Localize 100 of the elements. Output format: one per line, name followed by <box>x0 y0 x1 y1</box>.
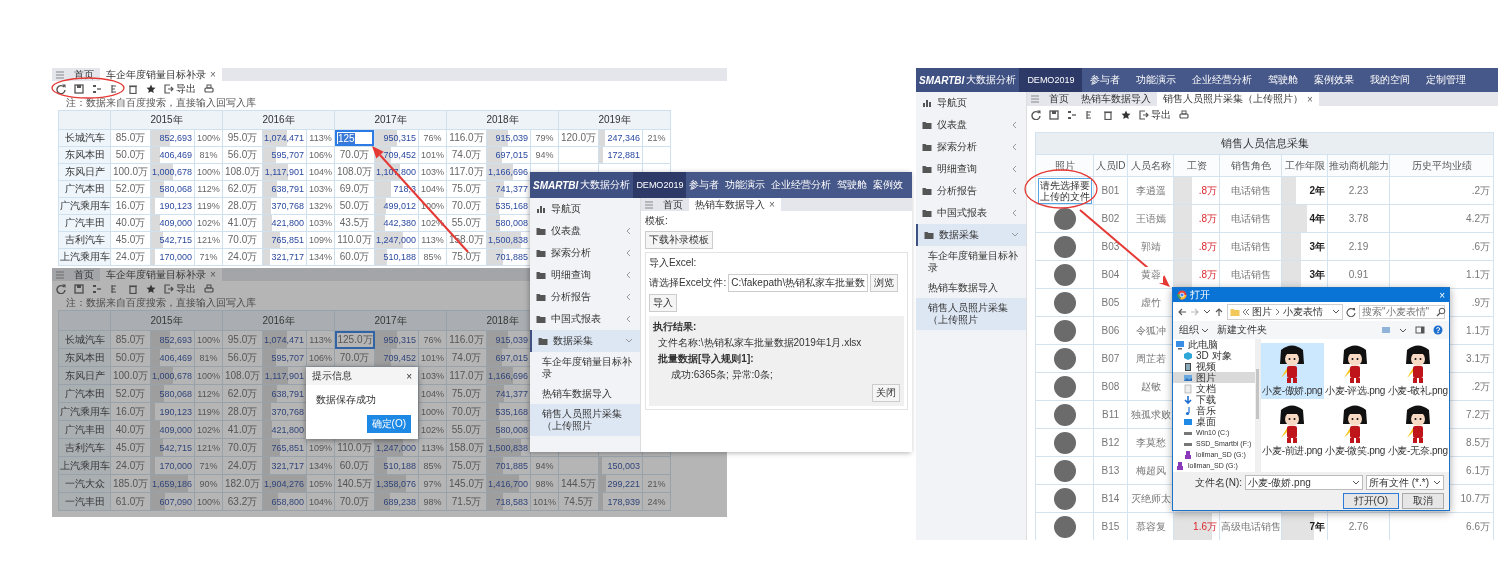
nav-tab[interactable]: 功能演示 <box>1128 68 1185 92</box>
file-item[interactable]: 小麦-傲娇.png <box>1261 343 1324 399</box>
tab[interactable]: 首页 <box>68 268 100 281</box>
tab[interactable]: 首页 <box>1043 92 1075 106</box>
save-icon[interactable] <box>74 283 84 294</box>
sidebar-subitem[interactable]: 车企年度销量目标补录 <box>530 352 640 384</box>
tree-item[interactable]: 3D 对象 <box>1173 350 1255 361</box>
sidebar-item[interactable]: 明细查询 <box>530 264 640 286</box>
nav-tab[interactable]: 企业经营分析 <box>1184 68 1261 92</box>
nav-tab[interactable]: 案例效果 <box>1306 68 1363 92</box>
tab[interactable]: 车企年度销量目标补录 × <box>100 268 222 281</box>
tree-item[interactable]: 图片 <box>1173 372 1255 383</box>
print-icon[interactable] <box>1179 110 1189 120</box>
sidebar-item[interactable]: 分析报告 <box>916 180 1026 202</box>
tree-item[interactable]: 桌面 <box>1173 416 1255 427</box>
sidebar-item[interactable]: 导航页 <box>916 92 1026 114</box>
sidebar-item[interactable]: 探索分析 <box>916 136 1026 158</box>
refresh-icon[interactable] <box>1031 110 1041 120</box>
file-path-field[interactable]: C:\fakepath\热销私家车批量数 <box>728 274 869 292</box>
organize-button[interactable]: 组织 <box>1179 323 1209 337</box>
tree-item[interactable]: 此电脑 <box>1173 339 1255 350</box>
nav-tab[interactable]: DEMO2019 <box>633 172 687 198</box>
file-name-field[interactable]: 小麦-傲娇.png <box>1245 475 1363 490</box>
file-item[interactable]: 小麦-评选.png <box>1323 343 1387 399</box>
search-field[interactable]: 搜索"小麦表情" <box>1359 304 1445 319</box>
file-item[interactable]: 小麦-前进.png <box>1261 403 1324 459</box>
preview-pane-icon[interactable] <box>1415 325 1425 335</box>
nav-tab[interactable]: 定制管理 <box>1418 68 1475 92</box>
star-icon[interactable] <box>146 83 156 94</box>
file-type-dropdown[interactable]: 所有文件 (*.*) <box>1366 475 1444 490</box>
sidebar-item[interactable]: 仪表盘 <box>916 114 1026 136</box>
save-icon[interactable] <box>74 83 84 94</box>
target-value[interactable]: 125.0万 <box>335 331 375 349</box>
help-icon[interactable] <box>1433 325 1443 335</box>
nav-tab[interactable]: 功能演示 <box>722 172 769 198</box>
sidebar-item[interactable]: 探索分析 <box>530 242 640 264</box>
close-tab-button[interactable]: × <box>210 69 216 80</box>
close-button[interactable]: × <box>406 370 412 382</box>
save-icon[interactable] <box>1049 110 1059 120</box>
tab[interactable]: 车企年度销量目标补录 × <box>100 68 222 81</box>
refresh-icon[interactable] <box>56 83 66 94</box>
export-button[interactable]: 导出 <box>164 81 196 96</box>
open-button[interactable]: 打开(O) <box>1342 493 1399 509</box>
file-item[interactable]: 小麦-微笑.png <box>1323 403 1387 459</box>
print-icon[interactable] <box>204 83 214 94</box>
breadcrumb-item[interactable]: 小麦表情 <box>1283 304 1323 319</box>
scrollbar[interactable] <box>1255 339 1261 472</box>
sidebar-subitem[interactable]: 热销车数据导入 <box>916 278 1026 298</box>
address-bar[interactable]: 图片 小麦表情 <box>1227 303 1343 320</box>
tree-item[interactable]: 下载 <box>1173 394 1255 405</box>
add-row-icon[interactable] <box>1067 110 1077 120</box>
close-button[interactable]: × <box>1439 289 1445 301</box>
cancel-button[interactable]: 取消 <box>1402 493 1444 509</box>
export-button[interactable]: 导出 <box>1139 108 1171 122</box>
tab[interactable]: 热销车数据导入 × <box>689 198 781 211</box>
add-row-icon[interactable] <box>92 83 102 94</box>
nav-tab[interactable]: 我的空间 <box>1362 68 1419 92</box>
trash-icon[interactable] <box>128 83 138 94</box>
sidebar-item[interactable]: 数据采集 <box>916 224 1026 246</box>
trash-icon[interactable] <box>128 283 138 294</box>
trash-icon[interactable] <box>1103 110 1113 120</box>
confirm-button[interactable]: 确定(O) <box>366 415 411 433</box>
up-arrow-icon[interactable] <box>1214 306 1224 317</box>
nav-tab[interactable]: 参与者 <box>686 172 723 198</box>
sidebar-subitem[interactable]: 热销车数据导入 <box>530 384 640 404</box>
tab[interactable]: 销售人员照片采集（上传照片） × <box>1157 92 1319 106</box>
star-icon[interactable] <box>1121 110 1131 120</box>
browse-button[interactable]: 浏览 <box>870 274 899 292</box>
download-template-button[interactable]: 下载补录模板 <box>645 231 713 249</box>
add-row-icon[interactable] <box>92 283 102 294</box>
back-arrow-icon[interactable] <box>1177 306 1187 317</box>
import-button[interactable]: 导入 <box>649 294 677 312</box>
star-icon[interactable] <box>146 283 156 294</box>
tree-item[interactable]: 文档 <box>1173 383 1255 394</box>
nav-tab[interactable]: 驾驶舱 <box>1260 68 1307 92</box>
sidebar-subitem[interactable]: 销售人员照片采集（上传照片 <box>916 298 1026 330</box>
tree-item[interactable]: 音乐 <box>1173 405 1255 416</box>
nav-tab[interactable]: 企业经营分析 <box>768 172 835 198</box>
nav-tab[interactable]: 案例效 <box>870 172 907 198</box>
refresh-icon[interactable] <box>1346 306 1356 317</box>
breadcrumb-item[interactable]: 图片 <box>1252 304 1272 319</box>
print-icon[interactable] <box>204 283 214 294</box>
sidebar-item[interactable]: 分析报告 <box>530 286 640 308</box>
sidebar-item[interactable]: 仪表盘 <box>530 220 640 242</box>
sidebar-item[interactable]: 中国式报表 <box>916 202 1026 224</box>
export-button[interactable]: 导出 <box>164 281 196 296</box>
tab[interactable]: 首页 <box>657 198 689 211</box>
refresh-icon[interactable] <box>56 283 66 294</box>
sidebar-item[interactable]: 数据采集 <box>530 330 640 352</box>
sidebar-item[interactable]: 明细查询 <box>916 158 1026 180</box>
tree-item[interactable]: 视频 <box>1173 361 1255 372</box>
sidebar-subitem[interactable]: 车企年度销量目标补录 <box>916 246 1026 278</box>
sidebar-item[interactable]: 导航页 <box>530 198 640 220</box>
new-folder-button[interactable]: 新建文件夹 <box>1217 323 1267 337</box>
close-button[interactable]: 关闭 <box>872 384 900 402</box>
nav-tab[interactable]: 驾驶舱 <box>834 172 871 198</box>
close-tab-button[interactable]: × <box>210 269 216 280</box>
upload-field[interactable]: 请先选择要上传的文件 <box>1037 177 1092 204</box>
sidebar-subitem[interactable]: 销售人员照片采集（上传照片 <box>530 404 640 436</box>
nav-tab[interactable]: 参与者 <box>1082 68 1129 92</box>
